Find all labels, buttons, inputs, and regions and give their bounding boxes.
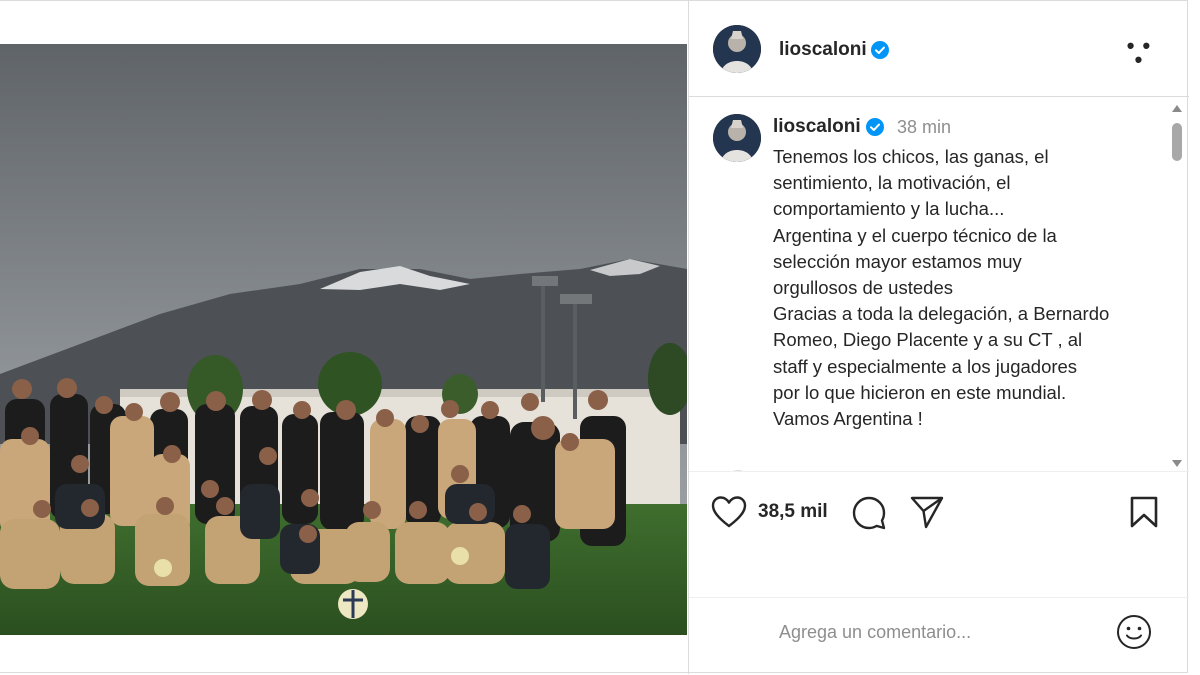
caption-text: Tenemos los chicos, las ganas, el sentim… xyxy=(773,144,1153,432)
bookmark-icon[interactable] xyxy=(1129,495,1159,529)
post-header: lioscaloni • • • xyxy=(689,1,1189,97)
paper-plane-icon[interactable] xyxy=(909,495,945,529)
header-username[interactable]: lioscaloni xyxy=(779,39,867,61)
scroll-up-arrow-icon[interactable] xyxy=(1172,105,1182,112)
add-comment-bar xyxy=(689,597,1189,673)
post-side-panel: lioscaloni • • • lioscaloni 38 min Tenem… xyxy=(688,1,1189,674)
action-bar: 38,5 mil xyxy=(689,473,1189,553)
scroll-down-arrow-icon[interactable] xyxy=(1172,460,1182,467)
caption-line: Gracias a toda la delegación, a Bernardo xyxy=(773,303,1110,325)
caption-scrollbar[interactable] xyxy=(1169,101,1185,471)
caption-line: Tenemos los chicos, las ganas, el xyxy=(773,146,1049,167)
caption-line: Vamos Argentina ! xyxy=(773,408,923,430)
caption-line: Romeo, Diego Placente y a su CT , al xyxy=(773,329,1083,351)
caption-line: staff y especialmente a los jugadores xyxy=(773,355,1078,377)
verified-badge-icon xyxy=(871,41,889,59)
verified-badge-icon xyxy=(866,118,884,136)
caption-line: sentimiento, la motivación, el xyxy=(773,172,1011,194)
smiley-icon[interactable] xyxy=(1116,614,1152,650)
like-count[interactable]: 38,5 mil xyxy=(758,501,828,523)
heart-icon[interactable] xyxy=(711,495,747,529)
caption-line: Argentina y el cuerpo técnico de la xyxy=(773,224,1057,246)
scroll-thumb[interactable] xyxy=(1172,123,1182,161)
caption-line: orgullosos de ustedes xyxy=(773,277,953,299)
caption-line: comportamiento y la lucha... xyxy=(773,198,1005,220)
instagram-post-embed: lioscaloni • • • lioscaloni 38 min Tenem… xyxy=(0,0,1189,674)
post-photo[interactable] xyxy=(0,44,687,635)
next-comment-avatar[interactable] xyxy=(725,470,751,471)
caption-username[interactable]: lioscaloni xyxy=(773,116,861,138)
speech-bubble-icon[interactable] xyxy=(851,495,887,531)
caption-area[interactable]: lioscaloni 38 min Tenemos los chicos, la… xyxy=(689,98,1189,472)
comment-input[interactable] xyxy=(779,618,1099,646)
team-photo-illustration xyxy=(0,44,687,635)
caption-line: por lo que hicieron en este mundial. xyxy=(773,381,1067,403)
caption-line: selección mayor estamos muy xyxy=(773,250,1022,272)
more-options-icon[interactable]: • • • xyxy=(1121,35,1157,71)
post-timestamp[interactable]: 38 min xyxy=(897,117,951,138)
caption-avatar[interactable] xyxy=(713,114,761,162)
profile-avatar[interactable] xyxy=(713,25,761,73)
